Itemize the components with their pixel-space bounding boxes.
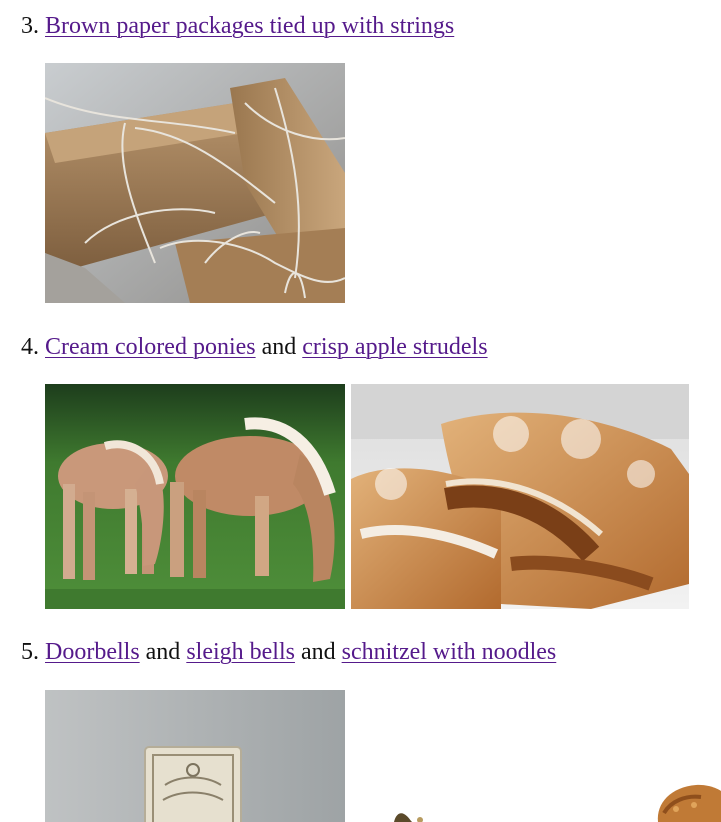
item-number: 5.: [21, 639, 39, 665]
link-cream-colored-ponies[interactable]: Cream colored ponies: [45, 334, 256, 360]
item-number: 3.: [21, 13, 39, 39]
sleigh-bells-picture: [394, 813, 423, 822]
list-item-5: 5. Doorbells and sleigh bells and schnit…: [21, 638, 556, 666]
link-doorbells[interactable]: Doorbells: [45, 639, 140, 665]
list-item-4: 4. Cream colored ponies and crisp apple …: [21, 333, 488, 361]
schnitzel-picture: [656, 783, 721, 822]
link-sleigh-bells[interactable]: sleigh bells: [186, 639, 295, 665]
ponies-picture: [45, 384, 345, 609]
joiner-text: and: [261, 334, 297, 360]
joiner-text: and: [300, 639, 336, 665]
crisp-apple-strudels-image[interactable]: [351, 384, 689, 609]
brown-paper-packages-picture: [45, 63, 345, 303]
schnitzel-with-noodles-image[interactable]: [656, 783, 721, 822]
doorbell-picture: [45, 690, 345, 822]
brown-paper-packages-image[interactable]: [45, 63, 345, 303]
item-number: 4.: [21, 334, 39, 360]
doorbells-image[interactable]: [45, 690, 345, 822]
link-crisp-apple-strudels[interactable]: crisp apple strudels: [302, 334, 487, 360]
cream-colored-ponies-image[interactable]: [45, 384, 345, 609]
list-item-3: 3. Brown paper packages tied up with str…: [21, 12, 454, 40]
link-schnitzel-with-noodles[interactable]: schnitzel with noodles: [342, 639, 557, 665]
joiner-text: and: [145, 639, 181, 665]
strudels-picture: [351, 384, 689, 609]
link-brown-paper-packages[interactable]: Brown paper packages tied up with string…: [45, 13, 454, 39]
sleigh-bells-image[interactable]: [390, 808, 440, 822]
